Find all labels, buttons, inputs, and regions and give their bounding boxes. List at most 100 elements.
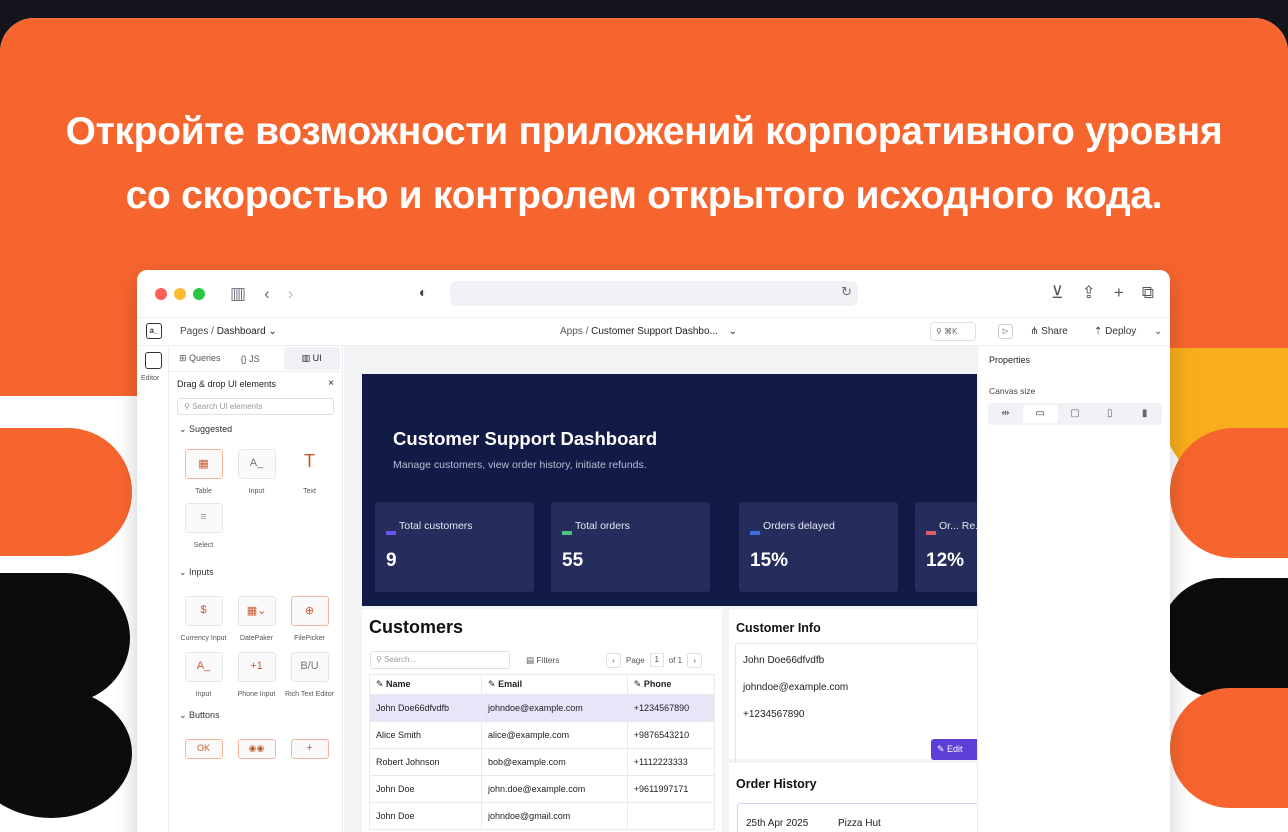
editor-body: Editor ⊞ Queries {} JS ▥ UI Drag & drop …	[137, 346, 1170, 832]
new-tab-icon[interactable]: +	[1114, 283, 1124, 303]
dashboard-hero[interactable]: Customer Support Dashboard Manage custom…	[362, 374, 977, 606]
app-canvas: Customer Support Dashboard Manage custom…	[344, 346, 977, 832]
table-row[interactable]: Alice Smith alice@example.com +987654321…	[368, 721, 716, 749]
tab-js[interactable]: {} JS	[231, 354, 270, 364]
stat-card-orders-delayed[interactable]: Orders delayed 15%	[739, 502, 898, 592]
fluid-width-icon[interactable]: ⇹	[988, 403, 1023, 425]
forward-arrow-icon[interactable]: ›	[288, 284, 294, 304]
editor-label: Editor	[141, 375, 160, 382]
order-item[interactable]: 25th Apr 2025 Pizza Hut	[737, 803, 977, 832]
widget-filepicker[interactable]: ⊕ FilePicker	[283, 596, 336, 642]
widgets-panel: ⊞ Queries {} JS ▥ UI Drag & drop UI elem…	[169, 346, 343, 832]
headline: Откройте возможности приложений корпорат…	[0, 100, 1288, 228]
deploy-button[interactable]: ⇡ Deploy	[1094, 326, 1136, 337]
cell-phone	[626, 802, 716, 830]
download-icon[interactable]: ⊻	[1051, 283, 1063, 303]
edit-button[interactable]: ✎ Edit	[931, 739, 977, 760]
widget-currency-input[interactable]: $ Currency Input	[177, 596, 230, 642]
widget-button[interactable]: OK	[177, 739, 230, 768]
order-history-widget[interactable]: Order History 25th Apr 2025 Pizza Hut	[729, 763, 977, 832]
desktop-icon[interactable]: ▭	[1022, 405, 1058, 423]
customer-info-title: Customer Info	[736, 621, 821, 635]
stat-label: Total customers	[399, 520, 473, 532]
app-logo[interactable]: a_	[146, 323, 162, 339]
input-widgets: $ Currency Input ▦⌄ DatePaker ⊕ FilePicker	[169, 578, 342, 642]
widget-text[interactable]: T Text	[283, 449, 336, 495]
page-label: Page	[626, 655, 645, 665]
close-icon[interactable]: ×	[328, 378, 334, 389]
tabs-overview-icon[interactable]: ⧉	[1142, 283, 1154, 303]
pages-breadcrumb[interactable]: Pages / Dashboard ⌄	[180, 326, 277, 337]
cell-name: John Doe	[368, 775, 483, 803]
reload-icon[interactable]: ↻	[841, 284, 852, 300]
app-name[interactable]: Customer Support Dashbo...	[591, 326, 718, 337]
panel-tabs: ⊞ Queries {} JS ▥ UI	[169, 346, 342, 372]
dashboard-subtitle: Manage customers, view order history, in…	[393, 459, 647, 471]
stat-swatch	[926, 531, 936, 535]
share-button[interactable]: ⋔ Share	[1030, 326, 1068, 337]
widget-phone-input[interactable]: +1 Phone Input	[230, 652, 283, 698]
page-number-input[interactable]: 1	[649, 653, 664, 667]
column-header-name[interactable]: ✎ Name	[368, 674, 483, 695]
current-page[interactable]: Dashboard ⌄	[217, 326, 277, 337]
widget-search-input[interactable]: ⚲ Search UI elements	[177, 398, 334, 415]
section-buttons[interactable]: ⌄ Buttons	[169, 698, 342, 721]
button-widgets: OK ◉◉ +	[169, 721, 342, 768]
shield-icon[interactable]: ◐	[419, 284, 427, 300]
mobile-icon[interactable]: ▮	[1127, 403, 1162, 425]
customer-info-widget[interactable]: Customer Info John Doe66dfvdfb johndoe@e…	[729, 609, 977, 767]
section-inputs[interactable]: ⌄ Inputs	[169, 549, 342, 578]
table-row[interactable]: John Doe john.doe@example.com +961199717…	[368, 775, 716, 803]
prev-page-button[interactable]: ‹	[606, 652, 621, 668]
tab-ui[interactable]: ▥ UI	[283, 347, 340, 370]
canvas-size-selector: ⇹ ▭ ▢ ▯ ▮	[988, 403, 1162, 425]
tablet-portrait-icon[interactable]: ▯	[1092, 403, 1127, 425]
cell-email: johndoe@gmail.com	[481, 802, 628, 830]
widget-button-group[interactable]: ◉◉	[230, 739, 283, 768]
cell-phone: +9611997171	[626, 775, 716, 803]
share-icon[interactable]: ⇪	[1082, 283, 1096, 303]
maximize-window-button[interactable]	[193, 287, 205, 300]
tab-queries[interactable]: ⊞ Queries	[169, 353, 231, 364]
stat-card-total-orders[interactable]: Total orders 55	[551, 502, 710, 592]
widget-rich-text-editor[interactable]: B/U Rich Text Editor	[283, 652, 336, 698]
widget-select[interactable]: ≡ Select	[177, 503, 230, 549]
back-arrow-icon[interactable]: ‹	[264, 284, 270, 304]
stat-card-total-customers[interactable]: Total customers 9	[375, 502, 534, 592]
sidebar-toggle-icon[interactable]: ▥	[230, 284, 246, 304]
table-header-row: ✎ Name ✎ Email ✎ Phone	[368, 674, 716, 695]
cell-phone: +9876543210	[626, 721, 716, 749]
input-widgets-row-2: A_ Input +1 Phone Input B/U Rich Text Edito…	[169, 642, 342, 698]
edit-label: Edit	[947, 744, 963, 754]
widget-table[interactable]: ▦ Table	[177, 449, 230, 495]
editor-icon[interactable]	[145, 352, 162, 369]
table-row[interactable]: Robert Johnson bob@example.com +11122233…	[368, 748, 716, 776]
customers-widget[interactable]: Customers ⚲ Search... ▤ Filters ‹ Page 1…	[362, 609, 722, 832]
widget-input[interactable]: A_ Input	[230, 449, 283, 495]
section-suggested[interactable]: ⌄ Suggested	[169, 415, 342, 435]
app-breadcrumb[interactable]: Apps / Customer Support Dashbo... ⌄	[560, 326, 737, 337]
next-page-button[interactable]: ›	[687, 652, 703, 668]
stat-card-refunds[interactable]: Or... Re... 12%	[915, 502, 977, 592]
command-search-button[interactable]: ⚲ ⌘K	[930, 322, 976, 341]
run-preview-button[interactable]: ▷	[998, 324, 1013, 339]
left-rail: Editor	[137, 346, 169, 832]
table-search-input[interactable]: ⚲ Search...	[370, 651, 510, 669]
table-row[interactable]: John Doe66dfvdfb johndoe@example.com +12…	[368, 694, 716, 722]
table-row[interactable]: John Doe johndoe@gmail.com	[368, 802, 716, 830]
column-header-email[interactable]: ✎ Email	[481, 674, 628, 695]
deploy-chevron-icon[interactable]: ⌄	[1154, 326, 1162, 337]
widget-icon-button[interactable]: +	[283, 739, 336, 768]
close-window-button[interactable]	[155, 287, 167, 300]
canvas-size-label: Canvas size	[989, 386, 1036, 396]
address-bar[interactable]: ↻	[450, 281, 858, 306]
column-header-phone[interactable]: ✎ Phone	[626, 674, 716, 695]
widget-datepicker[interactable]: ▦⌄ DatePaker	[230, 596, 283, 642]
filters-button[interactable]: ▤ Filters	[526, 655, 560, 666]
app-toolbar: a_ Pages / Dashboard ⌄ Apps / Customer S…	[137, 318, 1170, 346]
chevron-down-icon[interactable]: ⌄	[729, 326, 737, 337]
tablet-landscape-icon[interactable]: ▢	[1058, 403, 1093, 425]
widget-input-2[interactable]: A_ Input	[177, 652, 230, 698]
table-toolbar: ⚲ Search... ▤ Filters ‹ Page 1 of 1 ›	[370, 651, 714, 670]
minimize-window-button[interactable]	[174, 287, 186, 300]
